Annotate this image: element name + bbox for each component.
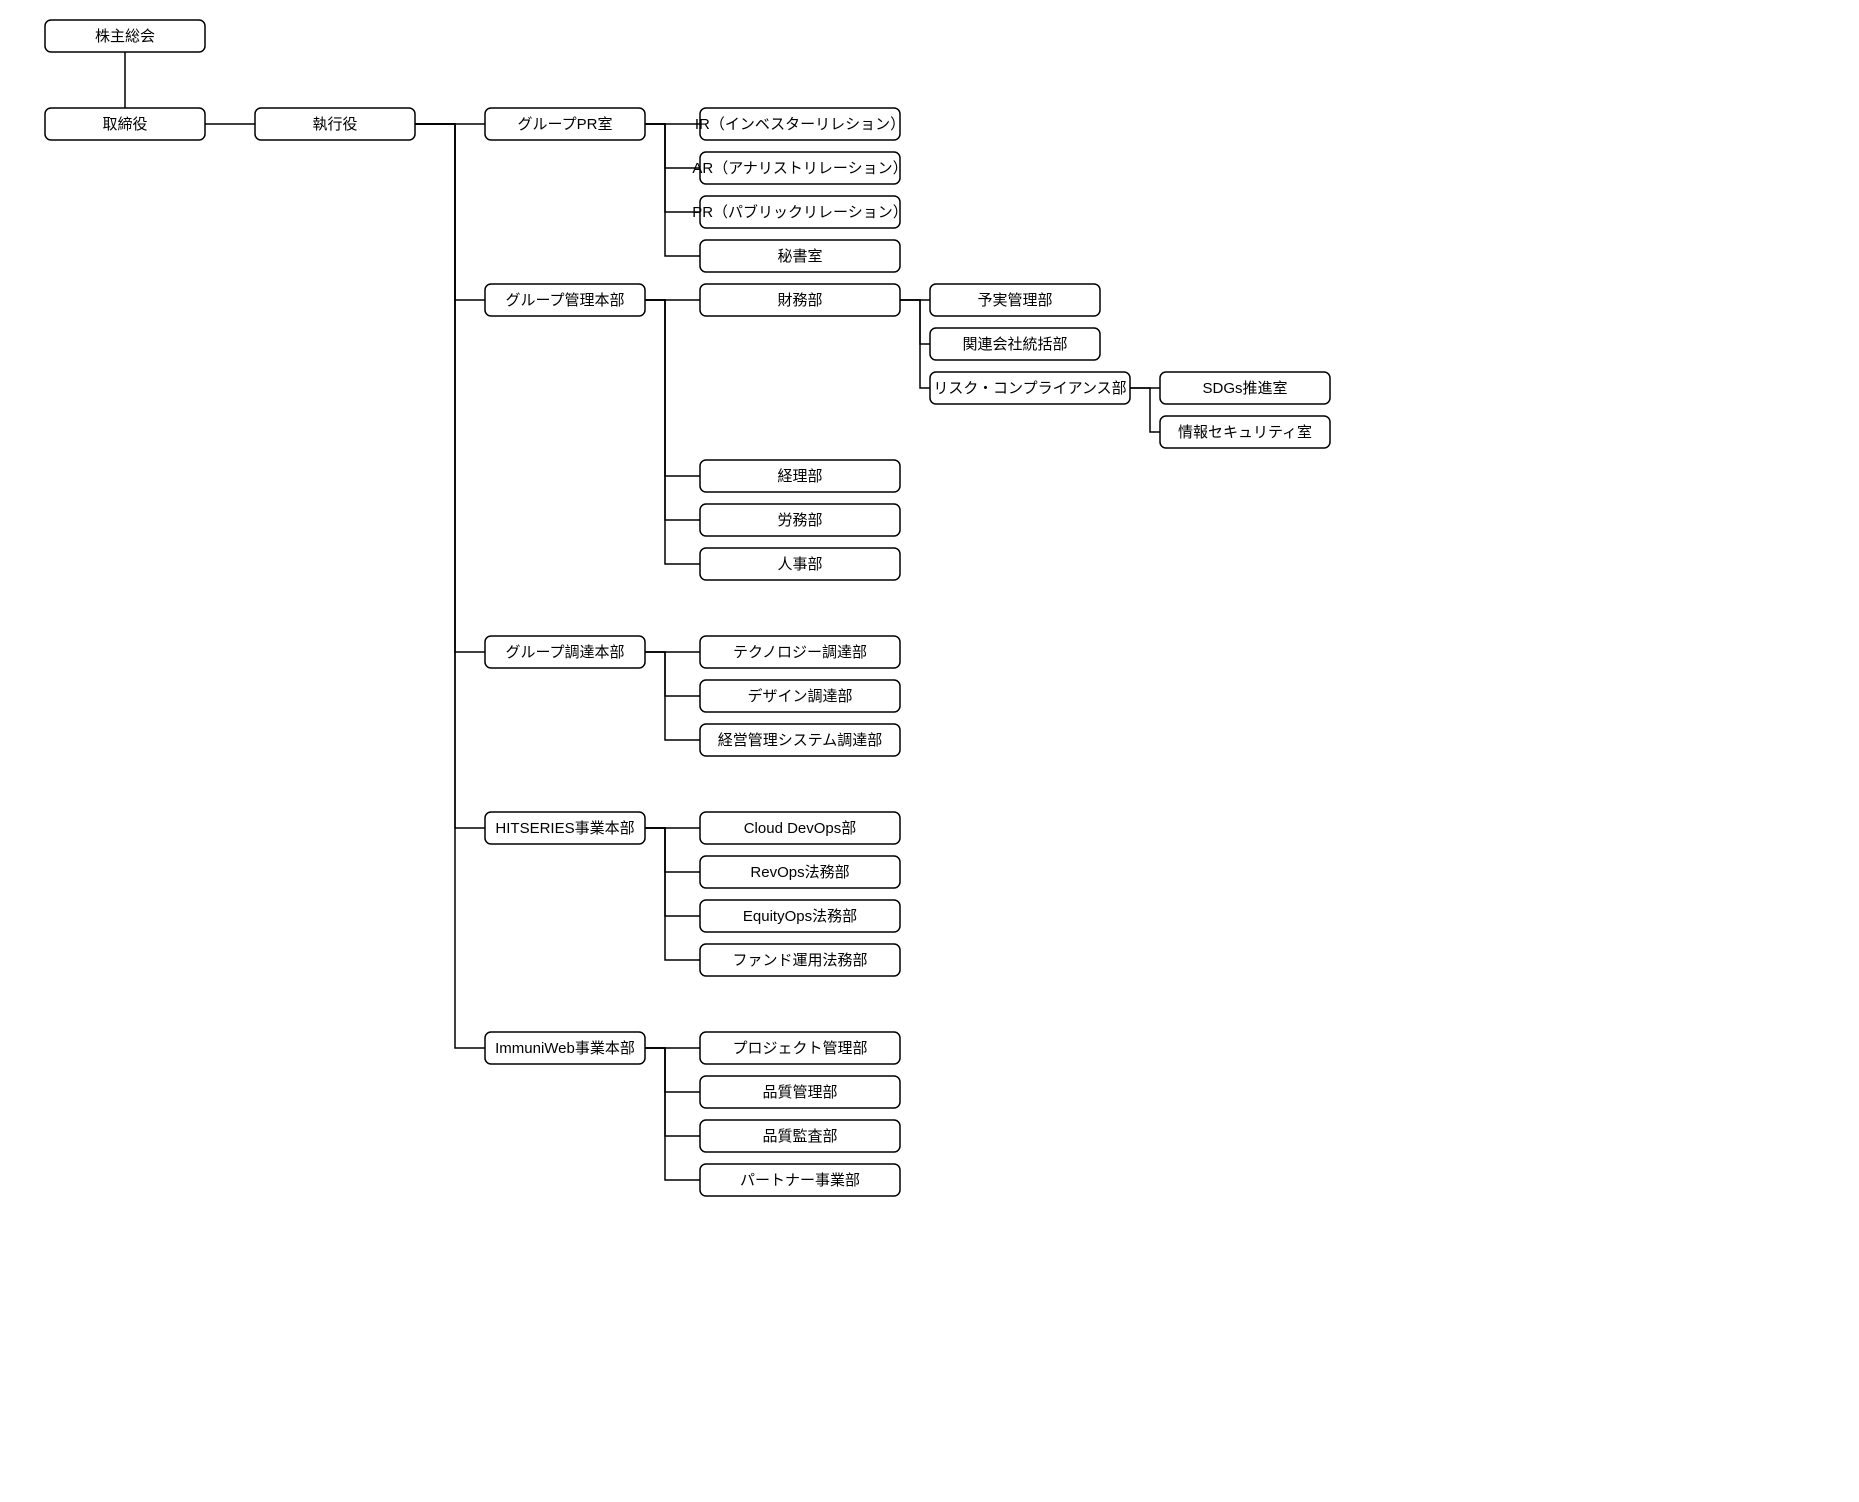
org-node-label: Cloud DevOps部 — [744, 820, 857, 837]
org-node-finance: 財務部 — [700, 284, 900, 316]
org-node-qualityAudit: 品質監査部 — [700, 1120, 900, 1152]
org-node-prPublic: PR（パブリックリレーション） — [692, 196, 908, 228]
connector — [415, 124, 485, 1048]
connector — [415, 124, 485, 828]
org-node-label: PR（パブリックリレーション） — [692, 203, 908, 221]
org-node-label: グループ管理本部 — [505, 292, 624, 309]
connector — [1130, 388, 1160, 432]
org-node-budgetCtrl: 予実管理部 — [930, 284, 1100, 316]
org-node-qualityMgmt: 品質管理部 — [700, 1076, 900, 1108]
org-node-ar: AR（アナリストリレーション） — [692, 152, 907, 184]
org-node-revopsLegal: RevOps法務部 — [700, 856, 900, 888]
org-node-label: デザイン調達部 — [747, 687, 852, 705]
org-node-partnerBiz: パートナー事業部 — [700, 1164, 900, 1196]
org-node-secretariat: 秘書室 — [700, 240, 900, 272]
org-node-label: 人事部 — [777, 556, 822, 573]
org-node-label: 関連会社統括部 — [962, 336, 1067, 353]
org-node-label: ImmuniWeb事業本部 — [495, 1040, 635, 1057]
org-node-label: 経理部 — [777, 468, 822, 485]
org-node-designProc: デザイン調達部 — [700, 680, 900, 712]
org-node-label: 株主総会 — [95, 28, 155, 45]
org-node-label: 経営管理システム調達部 — [718, 732, 883, 749]
connector — [645, 300, 700, 564]
connector — [415, 124, 485, 300]
connector — [645, 828, 700, 960]
connector — [645, 1048, 700, 1092]
org-node-label: リスク・コンプライアンス部 — [933, 380, 1126, 397]
org-node-labor: 労務部 — [700, 504, 900, 536]
org-node-riskCompliance: リスク・コンプライアンス部 — [930, 372, 1130, 404]
org-node-label: AR（アナリストリレーション） — [692, 160, 907, 177]
org-node-hr: 人事部 — [700, 548, 900, 580]
org-node-label: パートナー事業部 — [740, 1172, 860, 1189]
org-node-hitseries: HITSERIES事業本部 — [485, 812, 645, 844]
org-node-label: SDGs推進室 — [1202, 380, 1287, 397]
org-node-label: 労務部 — [777, 512, 822, 529]
org-node-label: 品質管理部 — [762, 1083, 837, 1101]
org-node-board: 取締役 — [45, 108, 205, 140]
connector — [645, 300, 700, 520]
org-node-label: RevOps法務部 — [750, 864, 849, 881]
org-node-label: 情報セキュリティ室 — [1178, 424, 1312, 441]
org-node-immuniweb: ImmuniWeb事業本部 — [485, 1032, 645, 1064]
connector — [415, 124, 485, 652]
org-node-ir: IR（インベスターリレション） — [695, 108, 905, 140]
org-node-projMgmt: プロジェクト管理部 — [700, 1032, 900, 1064]
org-node-cloudDevops: Cloud DevOps部 — [700, 812, 900, 844]
org-chart: 株主総会取締役 執行役 グループPR室 IR（インベスターリレション） AR（アナリスト… — [0, 0, 1400, 1220]
org-node-label: 秘書室 — [777, 248, 822, 265]
connector — [645, 1048, 700, 1180]
connector — [645, 828, 700, 872]
org-node-label: 予実管理部 — [977, 292, 1052, 309]
org-node-label: 品質監査部 — [762, 1127, 837, 1145]
connector — [645, 124, 700, 256]
org-node-label: EquityOps法務部 — [743, 908, 857, 925]
org-node-accounting: 経理部 — [700, 460, 900, 492]
org-node-label: 執行役 — [312, 116, 357, 133]
org-node-techProc: テクノロジー調達部 — [700, 636, 900, 668]
org-node-equityopsLegal: EquityOps法務部 — [700, 900, 900, 932]
org-node-label: プロジェクト管理部 — [732, 1040, 867, 1057]
connector — [645, 300, 700, 476]
org-node-fundLegal: ファンド運用法務部 — [700, 944, 900, 976]
org-node-label: テクノロジー調達部 — [733, 644, 867, 661]
org-node-groupMgmt: グループ管理本部 — [485, 284, 645, 316]
org-node-affiliateCtrl: 関連会社統括部 — [930, 328, 1100, 360]
org-node-groupPR: グループPR室 — [485, 108, 645, 140]
org-node-label: ファンド運用法務部 — [732, 952, 867, 969]
org-node-exec: 執行役 — [255, 108, 415, 140]
org-node-label: 財務部 — [777, 292, 822, 309]
connector — [645, 652, 700, 696]
org-node-sdgs: SDGs推進室 — [1160, 372, 1330, 404]
org-node-label: 取締役 — [102, 116, 147, 133]
org-node-label: グループPR室 — [518, 116, 613, 133]
org-node-label: グループ調達本部 — [505, 644, 624, 661]
connector — [900, 300, 930, 344]
org-node-bizsysProc: 経営管理システム調達部 — [700, 724, 900, 756]
org-node-infosec: 情報セキュリティ室 — [1160, 416, 1330, 448]
org-node-groupProc: グループ調達本部 — [485, 636, 645, 668]
org-node-shareholders: 株主総会 — [45, 20, 205, 52]
org-node-label: IR（インベスターリレション） — [695, 116, 905, 133]
org-node-label: HITSERIES事業本部 — [495, 820, 634, 837]
